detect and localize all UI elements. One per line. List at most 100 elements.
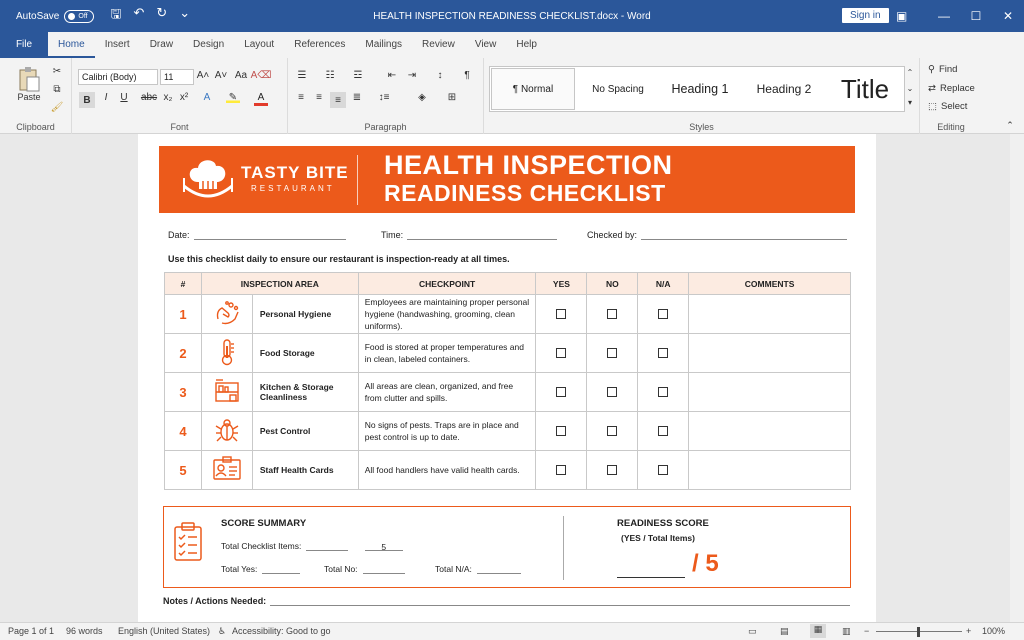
replace-button[interactable]: ⇄ Replace — [928, 83, 975, 94]
focus-mode-icon[interactable]: ▭ — [748, 626, 757, 637]
highlight-icon[interactable]: ✎ — [226, 92, 240, 103]
shrink-font-icon[interactable]: A˅ — [214, 70, 228, 81]
yes-checkbox[interactable] — [556, 426, 567, 436]
save-icon[interactable]: 🖫 — [110, 5, 121, 27]
vertical-scrollbar[interactable] — [1010, 134, 1024, 622]
align-left-icon[interactable]: ≡ — [294, 92, 308, 103]
comments-cell[interactable] — [688, 294, 851, 334]
tab-mailings[interactable]: Mailings — [355, 32, 412, 58]
clear-formatting-icon[interactable]: A⌫ — [251, 70, 272, 81]
bold-button[interactable]: B — [79, 92, 95, 108]
na-checkbox-cell[interactable] — [637, 372, 690, 412]
format-painter-icon[interactable]: 🖌 — [50, 100, 64, 114]
na-checkbox[interactable] — [658, 465, 669, 475]
zoom-out-icon[interactable]: − — [864, 626, 869, 636]
collapse-ribbon-icon[interactable]: ⌃ — [1003, 120, 1017, 131]
bullets-icon[interactable]: ☰ — [294, 70, 310, 81]
no-checkbox-cell[interactable] — [586, 411, 639, 451]
shading-icon[interactable]: ◈ — [414, 92, 430, 103]
style-normal[interactable]: ¶ Normal — [491, 68, 575, 110]
document-page[interactable]: TASTY BITE RESTAURANT HEALTH INSPECTION … — [138, 134, 876, 622]
date-field[interactable]: Date: — [168, 230, 346, 240]
minimize-icon[interactable]: — — [928, 0, 960, 32]
web-layout-icon[interactable]: ▥ — [842, 626, 851, 637]
tab-references[interactable]: References — [284, 32, 355, 58]
styles-more-icon[interactable]: ▾ — [904, 98, 916, 107]
na-checkbox[interactable] — [658, 309, 669, 319]
tab-review[interactable]: Review — [412, 32, 465, 58]
styles-scroll-up-icon[interactable]: ⌃ — [904, 68, 916, 77]
change-case-icon[interactable]: Aa — [232, 70, 250, 81]
copy-icon[interactable]: ⧉ — [50, 82, 64, 96]
style-title[interactable]: Title — [828, 68, 902, 110]
comments-cell[interactable] — [688, 333, 851, 373]
no-checkbox-cell[interactable] — [586, 450, 639, 490]
tab-view[interactable]: View — [465, 32, 507, 58]
borders-icon[interactable]: ⊞ — [444, 92, 460, 103]
yes-checkbox-cell[interactable] — [535, 411, 588, 451]
customize-toolbar-icon[interactable]: ⌄ — [179, 5, 190, 27]
tab-file[interactable]: File — [0, 32, 48, 58]
sort-icon[interactable]: ↕ — [432, 70, 448, 81]
comments-cell[interactable] — [688, 411, 851, 451]
readiness-score-input-line[interactable] — [617, 577, 685, 578]
autosave-toggle[interactable]: Off — [64, 9, 95, 23]
redo-icon[interactable]: ↻ — [156, 5, 167, 27]
na-checkbox-cell[interactable] — [637, 333, 690, 373]
style-heading-1[interactable]: Heading 1 — [660, 68, 740, 110]
na-checkbox[interactable] — [658, 426, 669, 436]
sign-in-button[interactable]: Sign in — [842, 8, 889, 23]
yes-checkbox-cell[interactable] — [535, 372, 588, 412]
tab-design[interactable]: Design — [183, 32, 234, 58]
superscript-button[interactable]: x² — [177, 92, 191, 103]
zoom-in-icon[interactable]: + — [966, 626, 971, 636]
no-checkbox-cell[interactable] — [586, 333, 639, 373]
zoom-slider-thumb[interactable] — [917, 627, 920, 637]
tab-insert[interactable]: Insert — [95, 32, 140, 58]
align-center-icon[interactable]: ≡ — [312, 92, 326, 103]
multilevel-list-icon[interactable]: ☲ — [350, 70, 366, 81]
time-field[interactable]: Time: — [381, 230, 558, 240]
styles-scroll-down-icon[interactable]: ⌄ — [904, 84, 916, 93]
yes-checkbox-cell[interactable] — [535, 294, 588, 334]
yes-checkbox[interactable] — [556, 465, 567, 475]
grow-font-icon[interactable]: A˄ — [196, 70, 210, 81]
na-checkbox-cell[interactable] — [637, 294, 690, 334]
yes-checkbox[interactable] — [556, 309, 567, 319]
select-button[interactable]: ⬚ Select — [928, 101, 967, 112]
total-items-field[interactable]: Total Checklist Items: 5 — [221, 541, 403, 552]
na-checkbox-cell[interactable] — [637, 450, 690, 490]
notes-field[interactable]: Notes / Actions Needed: — [163, 596, 851, 606]
tab-home[interactable]: Home — [48, 32, 95, 58]
no-checkbox[interactable] — [607, 426, 618, 436]
comments-cell[interactable] — [688, 450, 851, 490]
language-indicator[interactable]: English (United States) — [118, 626, 210, 636]
text-effects-icon[interactable]: A — [200, 92, 214, 103]
comments-cell[interactable] — [688, 372, 851, 412]
page-count[interactable]: Page 1 of 1 — [8, 626, 54, 636]
no-checkbox[interactable] — [607, 348, 618, 358]
underline-button[interactable]: U — [117, 92, 131, 103]
no-checkbox[interactable] — [607, 387, 618, 397]
word-count[interactable]: 96 words — [66, 626, 103, 636]
zoom-level[interactable]: 100% — [982, 626, 1005, 636]
na-checkbox-cell[interactable] — [637, 411, 690, 451]
autosave-control[interactable]: AutoSave Off — [16, 9, 95, 23]
justify-icon[interactable]: ≣ — [350, 92, 364, 103]
accessibility-status[interactable]: Accessibility: Good to go — [232, 626, 331, 636]
cut-icon[interactable]: ✂ — [50, 64, 64, 78]
na-checkbox[interactable] — [658, 387, 669, 397]
print-layout-icon[interactable]: ▦ — [810, 624, 826, 638]
increase-indent-icon[interactable]: ⇥ — [404, 70, 420, 81]
maximize-icon[interactable]: ☐ — [960, 0, 992, 32]
style-no-spacing[interactable]: No Spacing — [580, 68, 656, 110]
tab-layout[interactable]: Layout — [234, 32, 284, 58]
no-checkbox[interactable] — [607, 465, 618, 475]
font-name-combo[interactable]: Calibri (Body) — [78, 69, 158, 85]
tab-draw[interactable]: Draw — [140, 32, 183, 58]
close-icon[interactable]: ✕ — [992, 0, 1024, 32]
style-heading-2[interactable]: Heading 2 — [744, 68, 824, 110]
find-button[interactable]: ⚲ Find — [928, 64, 957, 75]
show-formatting-icon[interactable]: ¶ — [460, 70, 474, 81]
ribbon-display-icon[interactable]: ▣ — [896, 9, 907, 23]
